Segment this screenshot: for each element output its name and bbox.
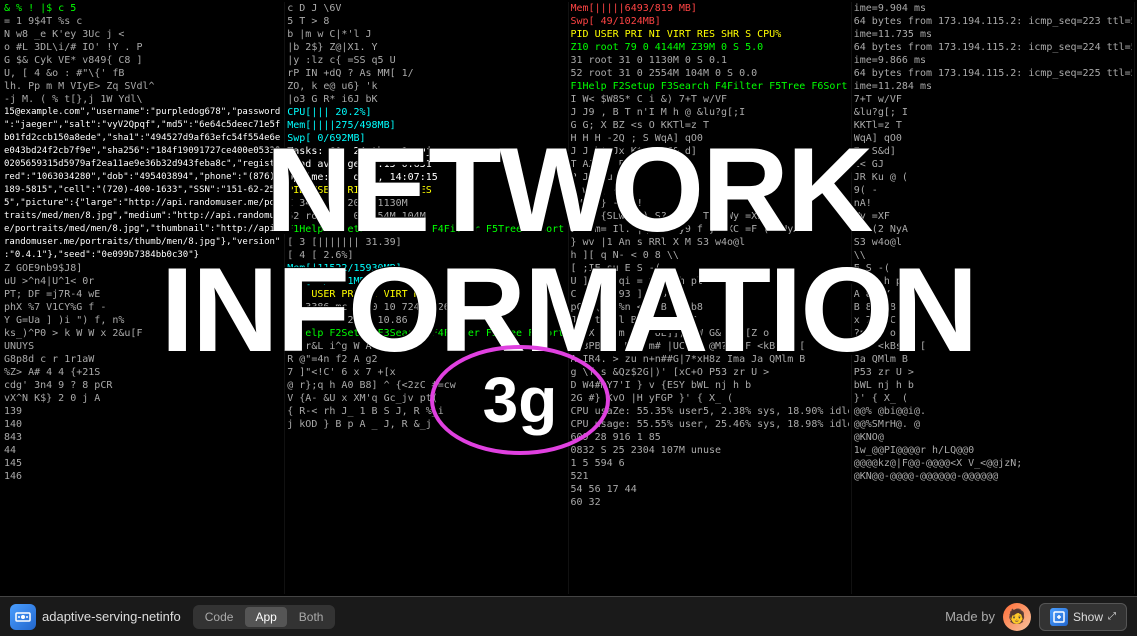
show-btn-icon [1050,608,1068,626]
tab-code[interactable]: Code [195,607,244,627]
show-btn-label: Show [1073,610,1103,624]
show-button[interactable]: Show ⤢ [1039,603,1127,631]
avatar: 🧑 [1003,603,1031,631]
tab-app[interactable]: App [245,607,286,627]
tab-group: Code App Both [193,605,336,629]
terminal-col-1: & % ! |$ c 5 = 1 9$4T %s c N w8 _e K'ey … [2,2,285,594]
tab-both[interactable]: Both [289,607,334,627]
expand-icon: ⤢ [1108,611,1116,622]
bottom-bar: adaptive-serving-netinfo Code App Both M… [0,596,1137,636]
app-name-label: adaptive-serving-netinfo [42,609,181,624]
made-by-label: Made by [945,609,995,624]
terminal-col-4: ime=9.904 ms 64 bytes from 173.194.115.2… [852,2,1135,594]
terminal-background: & % ! |$ c 5 = 1 9$4T %s c N w8 _e K'ey … [0,0,1137,596]
terminal-col-2: c D J \6V 5 T > 8 b |m w C|*'l J |b 2$} … [285,2,568,594]
app-icon [10,604,36,630]
terminal-col-3: Mem[|||||6493/819 MB] Swp[ 49/1024MB] PI… [569,2,852,594]
